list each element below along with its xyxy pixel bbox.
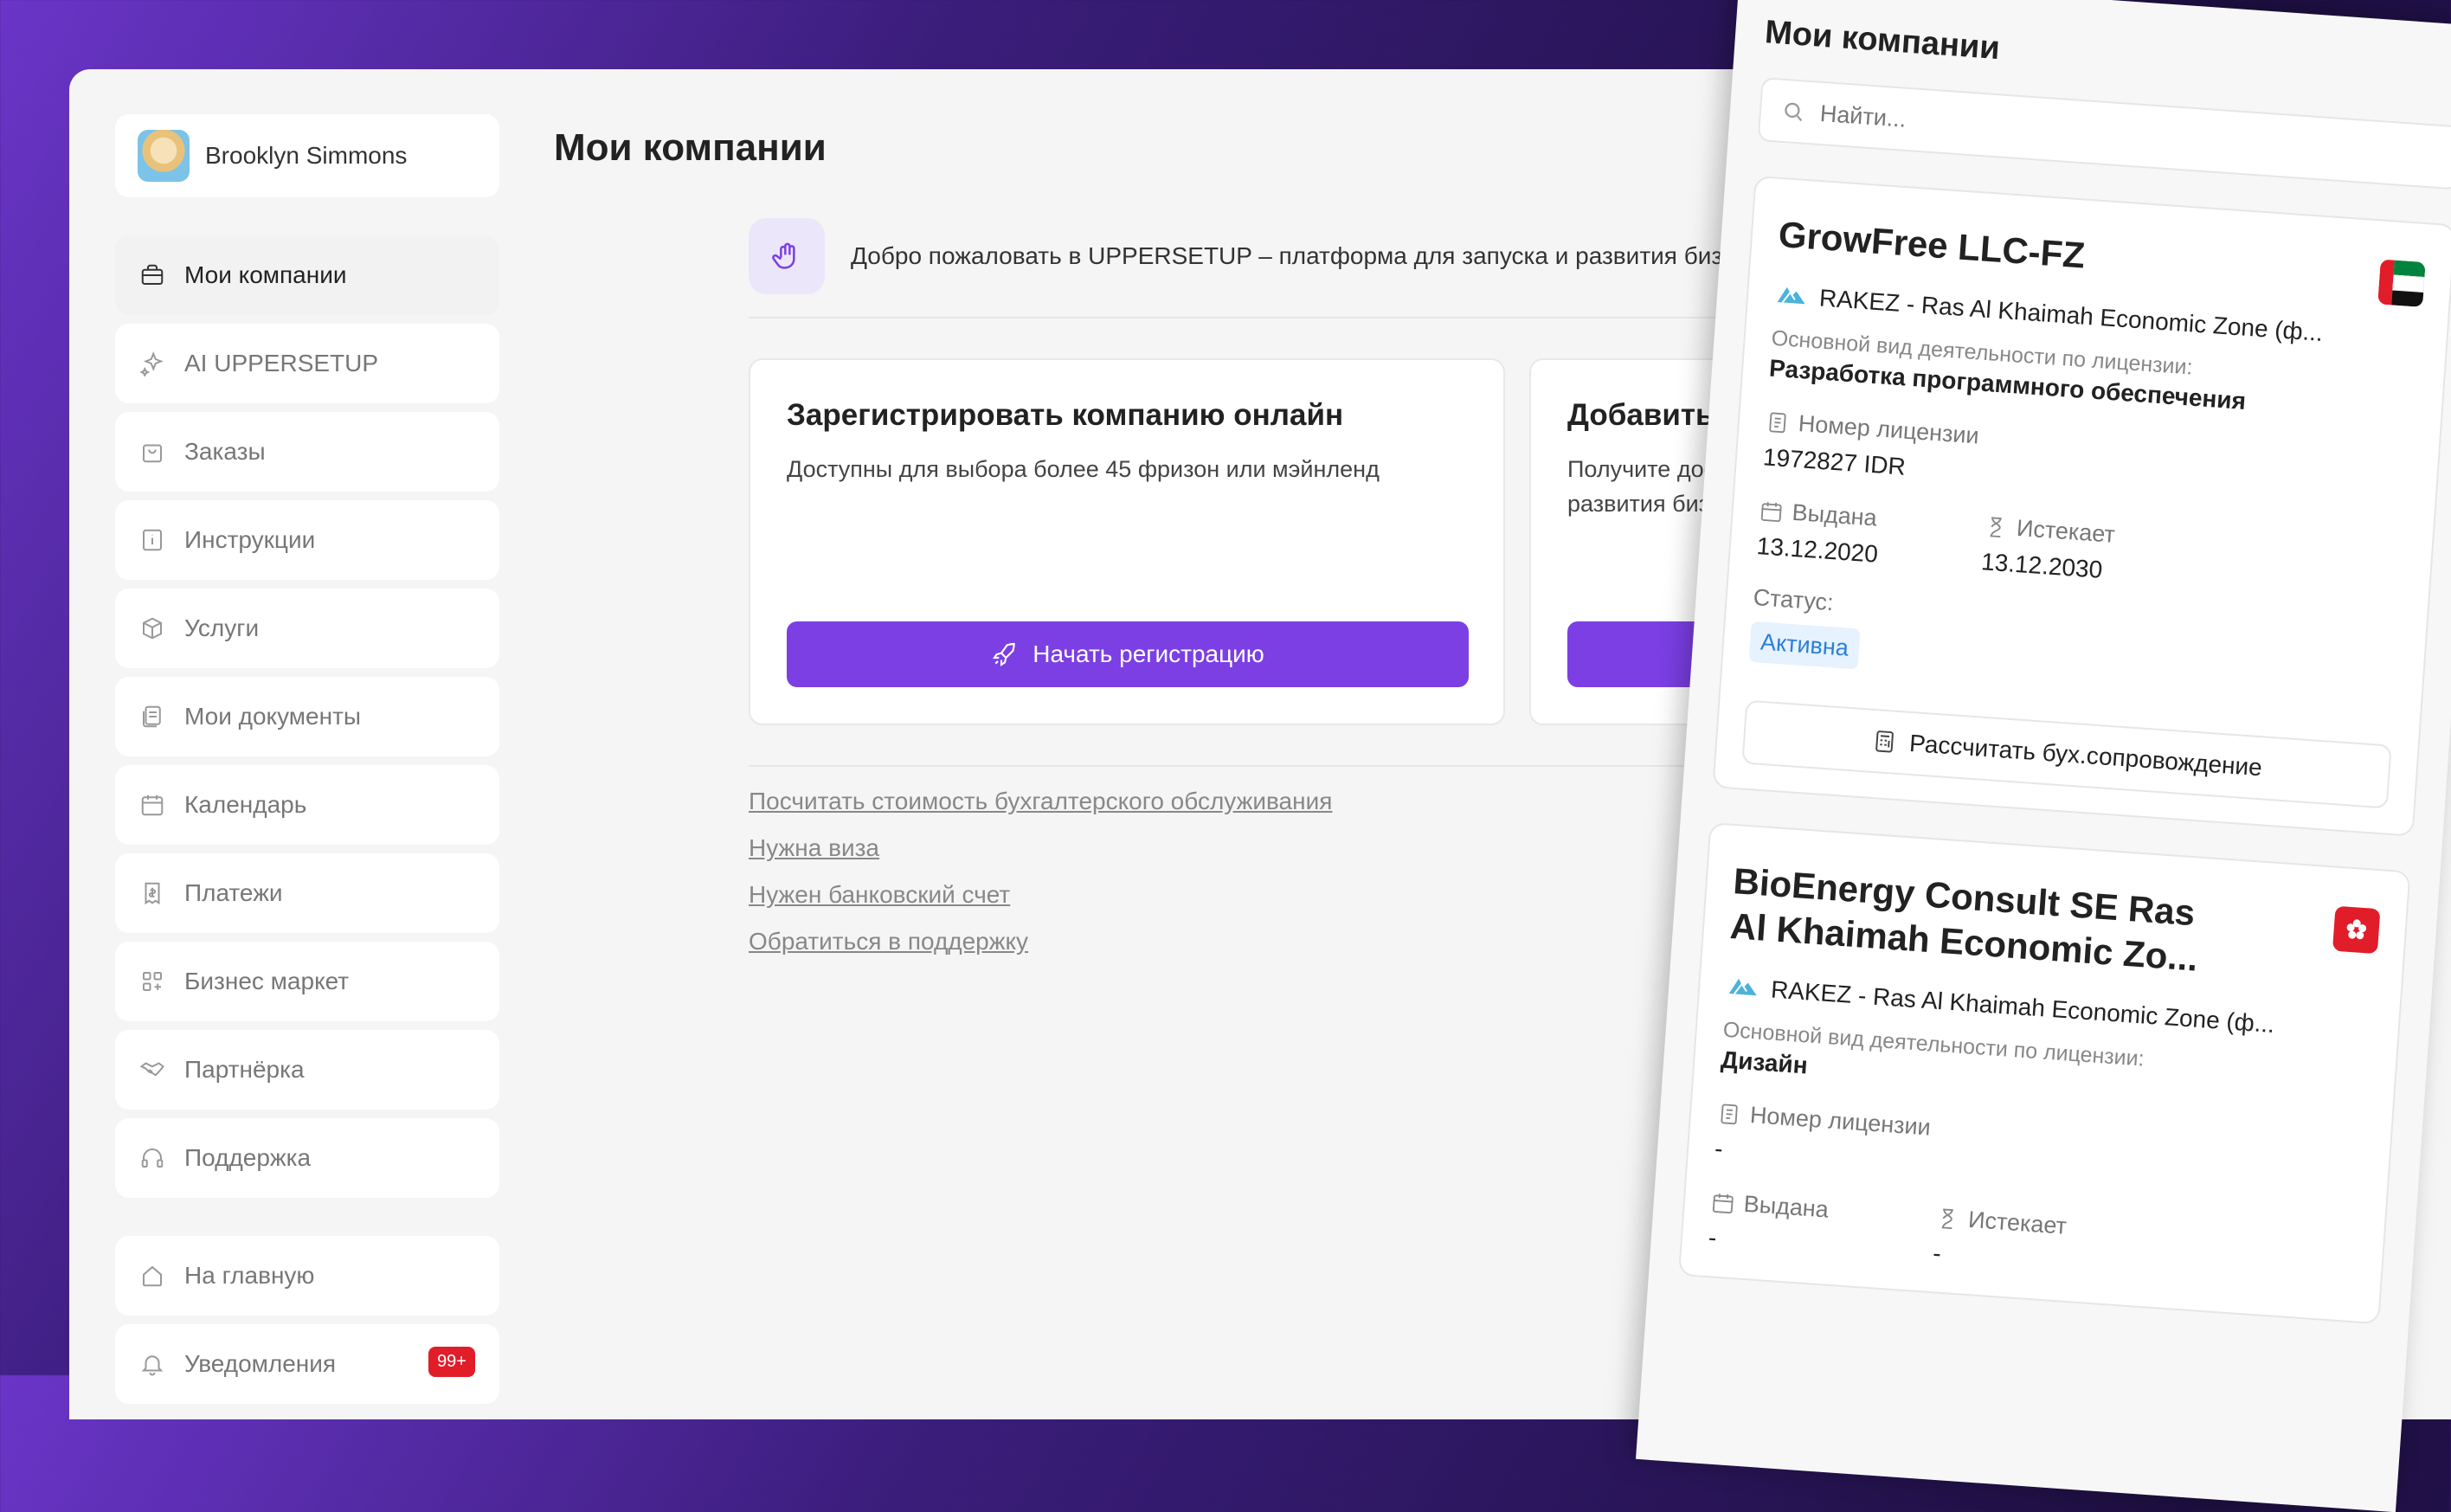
sidebar-item-ai[interactable]: AI UPPERSETUP — [115, 324, 499, 403]
hourglass-icon — [1941, 1207, 1953, 1229]
sidebar-item-orders[interactable]: Заказы — [115, 412, 499, 492]
calculate-accounting-button[interactable]: Рассчитать бух.сопровождение — [1741, 699, 2392, 809]
sidebar-item-partners[interactable]: Партнёрка — [115, 1030, 499, 1110]
link-accounting-cost[interactable]: Посчитать стоимость бухгалтерского обслу… — [749, 788, 1332, 815]
company-card[interactable]: GrowFree LLC-FZ RAKEZ - Ras Al Khaimah E… — [1712, 175, 2451, 837]
calendar-icon — [1712, 1193, 1734, 1213]
avatar — [138, 130, 190, 182]
issued-label: Выдана — [1710, 1188, 1885, 1227]
sidebar-item-label: На главную — [184, 1262, 315, 1289]
sidebar-item-label: AI UPPERSETUP — [184, 350, 379, 376]
sidebar-item-documents[interactable]: Мои документы — [115, 677, 499, 756]
info-book-icon — [139, 527, 165, 553]
sidebar-item-label: Уведомления — [184, 1350, 337, 1377]
welcome-text: Добро пожаловать в UPPERSETUP – платформ… — [851, 242, 1775, 269]
home-icon — [139, 1263, 165, 1289]
sidebar-item-home[interactable]: На главную — [115, 1236, 499, 1316]
button-label: Начать регистрацию — [1033, 640, 1264, 667]
apps-grid-icon — [139, 968, 165, 994]
uae-flag-icon — [2377, 259, 2426, 307]
expires-value: 13.12.2030 — [1980, 548, 2104, 583]
link-need-visa[interactable]: Нужна виза — [749, 834, 1332, 862]
card-description: Доступны для выбора более 45 фризон или … — [787, 456, 1380, 482]
shopping-bag-icon — [139, 439, 165, 465]
sidebar-item-label: Бизнес маркет — [184, 968, 350, 994]
company-card[interactable]: BioEnergy Consult SE Ras Al Khaimah Econ… — [1677, 821, 2411, 1325]
issued-value: 13.12.2020 — [1755, 532, 1879, 568]
expires-label: Истекает — [1934, 1204, 2109, 1243]
search-input[interactable] — [1817, 99, 2255, 158]
expires-label: Истекает — [1983, 512, 2158, 551]
issued-value: - — [1708, 1224, 1718, 1251]
box-icon — [139, 615, 165, 641]
sidebar-nav: Мои компании AI UPPERSETUP Заказы Инстру… — [115, 235, 499, 1404]
sidebar-item-calendar[interactable]: Календарь — [115, 765, 499, 845]
sidebar-item-payments[interactable]: Платежи — [115, 853, 499, 933]
sidebar-item-notifications[interactable]: Уведомления 99+ — [115, 1324, 499, 1404]
sidebar-item-instructions[interactable]: Инструкции — [115, 500, 499, 580]
waving-hand-icon — [749, 218, 825, 294]
documents-icon — [139, 704, 165, 730]
card-title: Зарегистрировать компанию онлайн — [787, 398, 1344, 432]
notification-count-badge: 99+ — [428, 1347, 475, 1377]
bell-icon — [139, 1351, 165, 1377]
link-support[interactable]: Обратиться в поддержку — [749, 928, 1332, 955]
welcome-banner: Добро пожаловать в UPPERSETUP – платформ… — [749, 218, 1775, 294]
receipt-icon — [139, 880, 165, 906]
calendar-icon — [139, 792, 165, 818]
document-icon — [1721, 1103, 1738, 1124]
sidebar-item-my-companies[interactable]: Мои компании — [115, 235, 499, 315]
sidebar-item-business-market[interactable]: Бизнес маркет — [115, 942, 499, 1021]
company-name: GrowFree LLC-FZ — [1777, 213, 2087, 276]
issued-label: Выдана — [1759, 497, 1933, 536]
sidebar-item-label: Платежи — [184, 879, 283, 906]
sidebar: Brooklyn Simmons Мои компании AI UPPERSE… — [115, 114, 499, 1412]
sidebar-item-label: Партнёрка — [184, 1056, 305, 1083]
sidebar-item-label: Услуги — [184, 614, 260, 641]
document-icon — [1769, 412, 1786, 433]
sidebar-item-label: Календарь — [184, 791, 307, 818]
status-badge: Активна — [1748, 621, 1861, 670]
rocket-icon — [993, 642, 1015, 666]
user-profile[interactable]: Brooklyn Simmons — [115, 114, 499, 197]
rakez-logo-icon — [1728, 978, 1757, 996]
sidebar-item-label: Мои компании — [184, 261, 347, 288]
sidebar-item-support[interactable]: Поддержка — [115, 1118, 499, 1198]
search-box[interactable] — [1757, 77, 2451, 190]
start-registration-button[interactable]: Начать регистрацию — [787, 621, 1469, 687]
sparkles-icon — [139, 351, 165, 376]
page-title: Мои компании — [554, 126, 827, 169]
company-name: BioEnergy Consult SE Ras Al Khaimah Econ… — [1728, 860, 2200, 979]
handshake-icon — [139, 1057, 165, 1083]
sidebar-item-label: Инструкции — [184, 526, 316, 553]
sidebar-item-label: Поддержка — [184, 1144, 312, 1171]
search-icon — [1785, 102, 1803, 122]
calendar-icon — [1760, 501, 1782, 522]
expires-value: - — [1932, 1239, 1942, 1267]
sidebar-item-services[interactable]: Услуги — [115, 589, 499, 668]
hourglass-icon — [1990, 516, 2002, 537]
sidebar-item-label: Мои документы — [184, 703, 362, 730]
hong-kong-flag-icon — [2332, 905, 2381, 955]
link-bank-account[interactable]: Нужен банковский счет — [749, 881, 1332, 909]
user-name: Brooklyn Simmons — [205, 142, 408, 169]
briefcase-icon — [139, 262, 165, 288]
companies-panel: Мои компании GrowFree LLC-FZ RAKEZ - Ras… — [1636, 0, 2451, 1512]
headset-icon — [139, 1145, 165, 1171]
register-company-card: Зарегистрировать компанию онлайн Доступн… — [749, 358, 1505, 725]
quick-links: Посчитать стоимость бухгалтерского обслу… — [749, 788, 1332, 975]
rakez-logo-icon — [1777, 286, 1805, 305]
sidebar-item-label: Заказы — [184, 438, 266, 465]
calculator-icon — [1875, 730, 1894, 753]
